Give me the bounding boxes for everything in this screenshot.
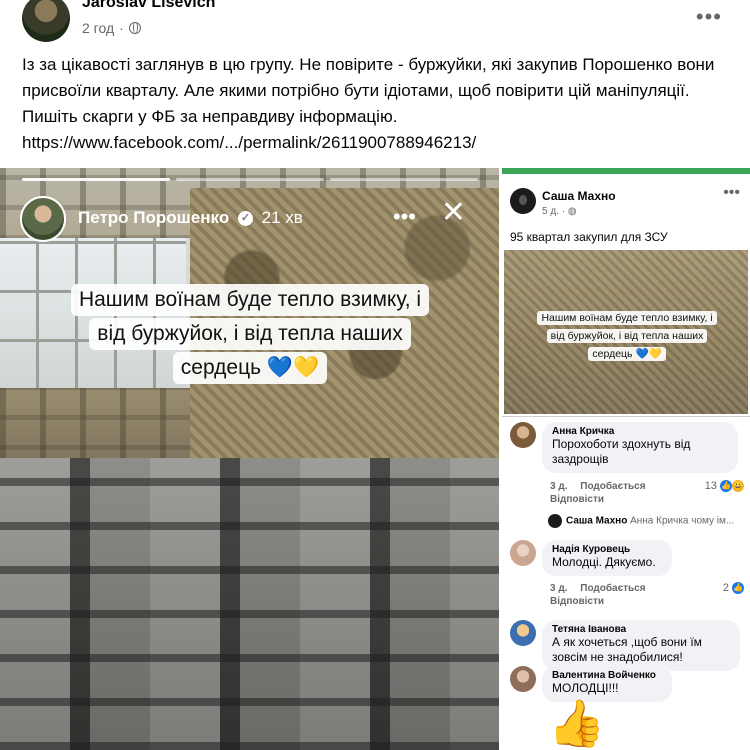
- globe-icon: [128, 22, 141, 34]
- commenter-name: Тетяна Іванова: [552, 624, 627, 635]
- reply-preview: Саша Махно Анна Кричка чому ім...: [548, 514, 734, 528]
- commenter-name: Валентина Войченко: [552, 670, 656, 681]
- divider: [502, 416, 750, 417]
- comment-bubble: Надія Куровець Молодці. Дякуємо.: [542, 540, 672, 576]
- screenshot-caption-line: сердець 💙💛: [588, 347, 666, 361]
- verified-icon: ✓: [237, 211, 253, 227]
- more-horizontal-icon[interactable]: •••: [696, 4, 722, 30]
- post-text: Із за цікавості заглянув в цю групу. Не …: [22, 52, 722, 156]
- comment-text: зовсім не знадобилися!: [552, 650, 683, 664]
- close-icon[interactable]: ✕: [441, 198, 466, 228]
- post-link[interactable]: https://www.facebook.com/.../permalink/2…: [22, 130, 722, 156]
- post-header: Jaroslav Lisevich 2 год · •••: [0, 0, 750, 50]
- commenter-name: Надія Куровець: [552, 544, 631, 555]
- reply-name: Саша Махно: [566, 515, 628, 527]
- comment-text: Молодці. Дякуємо.: [552, 555, 656, 569]
- more-horizontal-icon[interactable]: •••: [393, 204, 416, 230]
- story-author-name: Петро Порошенко: [78, 208, 230, 227]
- comment-reactions: 13 👍 😀: [704, 480, 744, 493]
- screenshot-photo: Нашим воїнам буде тепло взимку, і від бу…: [504, 250, 748, 414]
- screenshot-caption-line: від буржуйок, і від тепла наших: [546, 329, 708, 343]
- like-action: Подобається: [580, 583, 646, 594]
- meta-separator: ·: [119, 20, 124, 36]
- story-progress-segment: [330, 178, 478, 181]
- story-header: Петро Порошенко ✓ 21 хв ••• ✕: [20, 196, 480, 242]
- story-caption-line: від буржуйок, і від тепла наших: [89, 318, 411, 350]
- screenshot-image[interactable]: Саша Махно 5 д. · ◍ ••• 95 квартал закуп…: [502, 168, 750, 750]
- story-author[interactable]: Петро Порошенко ✓ 21 хв: [78, 208, 303, 228]
- commenter-avatar: [510, 620, 536, 646]
- comment-text: Порохоботи здохнуть від: [552, 437, 691, 451]
- post-meta: 2 год ·: [82, 20, 141, 36]
- post-body: Із за цікавості заглянув в цю групу. Не …: [22, 55, 715, 126]
- story-caption-line: Нашим воїнам буде тепло взимку, і: [70, 284, 430, 316]
- haha-icon: 😀: [732, 480, 744, 493]
- story-image[interactable]: Петро Порошенко ✓ 21 хв ••• ✕ Нашим воїн…: [0, 168, 499, 750]
- reply-avatar: [548, 514, 562, 528]
- comment-bubble: Анна Кричка Порохоботи здохнуть від зазд…: [542, 422, 738, 473]
- screenshot-time: 5 д.: [542, 206, 559, 217]
- story-time: 21 хв: [261, 208, 303, 227]
- commenter-avatar: [510, 540, 536, 566]
- screenshot-author-avatar: [510, 188, 536, 214]
- comment-reactions: 2 👍: [722, 582, 744, 595]
- story-author-avatar[interactable]: [20, 196, 66, 242]
- screenshot-caption-line: Нашим воїнам буде тепло взимку, і: [537, 311, 717, 325]
- globe-icon: ◍: [567, 206, 577, 217]
- commenter-name: Анна Кричка: [552, 426, 615, 437]
- reaction-count: 2: [722, 582, 729, 594]
- commenter-avatar: [510, 666, 536, 692]
- author-avatar[interactable]: [22, 0, 70, 42]
- comment-age: 3 д.: [550, 583, 568, 594]
- green-bar: [502, 168, 750, 174]
- reply-text: Анна Кричка чому ім...: [630, 515, 735, 527]
- comment-text: заздрощів: [552, 452, 609, 466]
- comment-text: МОЛОДЦІ!!!: [552, 681, 619, 695]
- screenshot-meta: 5 д. · ◍: [542, 206, 577, 217]
- heaters-rows: [0, 458, 499, 750]
- screenshot-text: 95 квартал закупил для ЗСУ: [510, 230, 668, 244]
- comment-actions: 3 д. Подобається Відповісти: [550, 582, 656, 608]
- reply-action: Відповісти: [550, 494, 605, 505]
- comment-age: 3 д.: [550, 481, 568, 492]
- author-name[interactable]: Jaroslav Lisevich: [82, 0, 215, 12]
- more-horizontal-icon: •••: [723, 184, 740, 201]
- like-icon: 👍: [732, 582, 744, 595]
- commenter-avatar: [510, 422, 536, 448]
- comment-actions: 3 д. Подобається Відповісти: [550, 480, 656, 506]
- thumbs-up-icon: 👍: [548, 697, 606, 749]
- like-action: Подобається: [580, 481, 646, 492]
- story-caption-line: сердець 💙💛: [172, 352, 328, 384]
- comment-bubble: Тетяна Іванова А як хочеться ,щоб вони ї…: [542, 620, 740, 671]
- post-time[interactable]: 2 год: [82, 20, 114, 36]
- screenshot-caption: Нашим воїнам буде тепло взимку, і від бу…: [532, 308, 722, 362]
- story-progress-segment: [22, 178, 170, 181]
- comment-text: А як хочеться ,щоб вони їм: [552, 635, 702, 649]
- reply-action: Відповісти: [550, 596, 605, 607]
- reaction-count: 13: [704, 480, 717, 492]
- story-progress: [22, 178, 478, 181]
- like-icon: 👍: [720, 480, 732, 493]
- story-caption: Нашим воїнам буде тепло взимку, і від бу…: [60, 283, 440, 385]
- screenshot-author-name: Саша Махно: [542, 189, 616, 203]
- story-progress-segment: [176, 178, 324, 181]
